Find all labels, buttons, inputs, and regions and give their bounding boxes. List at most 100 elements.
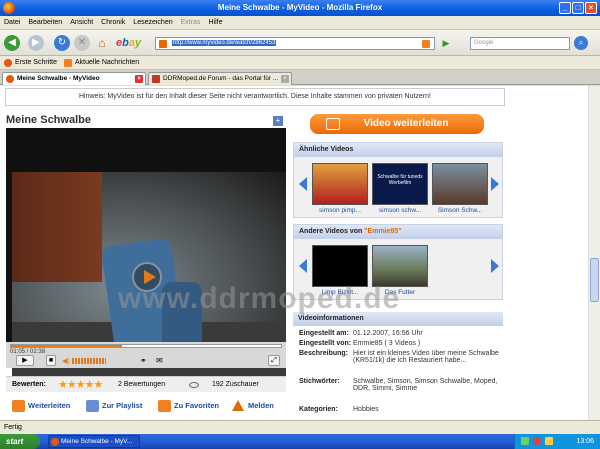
next-arrow-icon[interactable] xyxy=(491,259,499,273)
minimize-button[interactable]: _ xyxy=(559,2,571,14)
tray-icon[interactable] xyxy=(533,437,541,445)
stichwoerter-value[interactable]: Schwalbe, Simson, Simson Schwalbe, Moped… xyxy=(353,378,499,392)
player-controls: 01:05 / 02:38 ▶ ■ ◀) ⚭ ✉ ⤢ xyxy=(6,342,286,368)
stop-button[interactable]: ■ xyxy=(46,355,56,366)
video-weiterleiten-button[interactable]: Video weiterleiten xyxy=(310,114,484,134)
start-button[interactable]: start xyxy=(0,434,40,449)
tab-ddrmoped-forum[interactable]: DDRMoped.de Forum - das Portal für ... × xyxy=(148,72,292,85)
link-icon[interactable]: ⚭ xyxy=(140,356,147,365)
forward-icon xyxy=(12,400,25,412)
menu-chronik[interactable]: Chronik xyxy=(97,16,129,30)
video-title: Meine Schwalbe xyxy=(6,114,91,126)
tab-meine-schwalbe[interactable]: Meine Schwalbe - MyVideo × xyxy=(2,72,146,85)
tab-close-icon[interactable]: × xyxy=(135,75,143,83)
menu-datei[interactable]: Datei xyxy=(0,16,24,30)
similar-videos-header: Ähnliche Videos xyxy=(294,143,502,157)
tab-close-icon[interactable]: × xyxy=(281,75,289,83)
zu-favoriten-link[interactable]: Zu Favoriten xyxy=(158,400,219,412)
weiterleiten-link[interactable]: Weiterleiten xyxy=(12,400,70,412)
prev-arrow-icon[interactable] xyxy=(299,177,307,191)
status-text: Fertig xyxy=(4,424,22,431)
rss-icon[interactable] xyxy=(422,40,430,48)
melden-link[interactable]: Melden xyxy=(232,400,274,412)
progress-bar[interactable] xyxy=(10,344,282,348)
close-button[interactable]: × xyxy=(585,2,597,14)
menu-bar: Datei Bearbeiten Ansicht Chronik Lesezeichen… xyxy=(0,16,600,30)
navigation-toolbar: ◀ ▶ ↻ ✕ ⌂ ebay http://www.myvideo.de/wat… xyxy=(0,30,600,56)
add-icon[interactable]: + xyxy=(273,116,283,126)
star-rating[interactable]: ★★★★★ xyxy=(58,377,103,393)
rss-bookmark-icon xyxy=(64,59,72,67)
taskbar-item-firefox[interactable]: Meine Schwalbe - MyV... xyxy=(48,435,140,448)
vertical-scrollbar[interactable] xyxy=(588,86,600,420)
go-icon[interactable]: ▶ xyxy=(438,35,454,51)
tab-label: DDRMoped.de Forum - das Portal für ... xyxy=(163,75,279,82)
menu-ansicht[interactable]: Ansicht xyxy=(66,16,97,30)
other-videos-header: Andere Videos von "Emmie85" xyxy=(294,225,502,239)
menu-hilfe[interactable]: Hilfe xyxy=(204,16,226,30)
bookmark-erste-schritte[interactable]: Erste Schritte xyxy=(15,56,57,70)
url-field[interactable]: http://www.myvideo.de/watch/2862453 xyxy=(155,37,435,50)
firefox-icon xyxy=(3,2,15,14)
window-title: Meine Schwalbe - MyVideo - Mozilla Firef… xyxy=(217,3,383,12)
tray-icon[interactable] xyxy=(521,437,529,445)
prev-arrow-icon[interactable] xyxy=(299,259,307,273)
mail-icon[interactable]: ✉ xyxy=(156,356,163,365)
search-input[interactable]: Google xyxy=(470,37,570,50)
menu-bearbeiten[interactable]: Bearbeiten xyxy=(24,16,66,30)
tab-label: Meine Schwalbe - MyVideo xyxy=(17,75,100,82)
stop-icon[interactable]: ✕ xyxy=(74,35,90,51)
tab-favicon-icon xyxy=(152,75,160,83)
envelope-icon xyxy=(326,118,340,130)
next-arrow-icon[interactable] xyxy=(491,177,499,191)
bookmark-aktuelle-nachrichten[interactable]: Aktuelle Nachrichten xyxy=(75,56,139,70)
reload-icon[interactable]: ↻ xyxy=(54,35,70,51)
tab-favicon-icon xyxy=(6,75,14,83)
forward-icon[interactable]: ▶ xyxy=(28,35,44,51)
warning-icon xyxy=(232,400,244,411)
other-thumb-1[interactable] xyxy=(312,245,368,287)
taskbar-item-label: Meine Schwalbe - MyV... xyxy=(61,438,133,445)
tray-icon[interactable] xyxy=(545,437,553,445)
video-info-panel: Videoinformationen Eingestellt am: 01.12… xyxy=(293,312,503,420)
similar-thumb-2[interactable]: Schwalbe für tuneds Werbefilm xyxy=(372,163,428,205)
similar-caption-1[interactable]: simson pimp... xyxy=(308,207,372,214)
ebay-icon[interactable]: ebay xyxy=(116,37,141,49)
fullscreen-button[interactable]: ⤢ xyxy=(268,355,280,366)
menu-extras[interactable]: Extras xyxy=(177,16,205,30)
views-count: 192 Zuschauer xyxy=(212,381,259,388)
similar-caption-2[interactable]: simson schw... xyxy=(368,207,432,214)
volume-slider[interactable] xyxy=(72,358,106,364)
beschreibung-label: Beschreibung: xyxy=(299,350,349,357)
eingestellt-von-value[interactable]: Emmie85 ( 3 Videos ) xyxy=(353,340,499,347)
volume-icon[interactable]: ◀) xyxy=(62,357,70,365)
tab-bar: Meine Schwalbe - MyVideo × DDRMoped.de F… xyxy=(0,70,600,85)
play-button[interactable]: ▶ xyxy=(16,355,34,366)
kategorien-value[interactable]: Hobbies xyxy=(353,406,499,413)
other-videos-user[interactable]: "Emmie85" xyxy=(364,228,401,235)
similar-videos-panel: Ähnliche Videos Schwalbe für tuneds Werb… xyxy=(293,142,503,218)
back-icon[interactable]: ◀ xyxy=(4,35,20,51)
bookmarks-toolbar: Erste Schritte Aktuelle Nachrichten xyxy=(0,56,600,70)
similar-thumb-1[interactable] xyxy=(312,163,368,205)
forward-button-label: Video weiterleiten xyxy=(363,118,449,129)
similar-caption-3[interactable]: Simson Schw... xyxy=(428,207,492,214)
home-icon[interactable]: ⌂ xyxy=(94,35,110,51)
scrollbar-thumb[interactable] xyxy=(590,258,599,302)
menu-lesezeichen[interactable]: Lesezeichen xyxy=(129,16,176,30)
rating-label: Bewerten: xyxy=(12,381,46,388)
system-tray: 13:06 xyxy=(514,434,600,449)
watermark-text: www.ddrmoped.de xyxy=(118,282,401,315)
eingestellt-am-label: Eingestellt am: xyxy=(299,330,349,337)
beschreibung-value: Hier ist ein kleines Video über meine Sc… xyxy=(353,350,499,364)
site-favicon-icon xyxy=(159,40,167,48)
similar-thumb-3[interactable] xyxy=(432,163,488,205)
action-label: Weiterleiten xyxy=(28,401,71,410)
firefox-taskbar-icon xyxy=(51,438,59,446)
eingestellt-von-label: Eingestellt von: xyxy=(299,340,352,347)
zur-playlist-link[interactable]: Zur Playlist xyxy=(86,400,142,412)
video-player[interactable]: 01:05 / 02:38 ▶ ■ ◀) ⚭ ✉ ⤢ xyxy=(6,128,286,382)
search-icon[interactable]: ⌕ xyxy=(574,36,588,50)
other-thumb-2[interactable] xyxy=(372,245,428,287)
maximize-button[interactable]: □ xyxy=(572,2,584,14)
